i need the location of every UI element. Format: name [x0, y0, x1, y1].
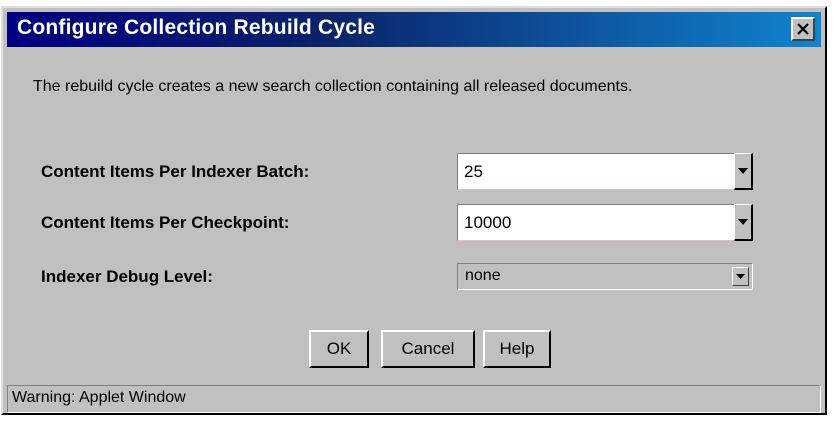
chevron-down-icon	[736, 274, 745, 279]
indexer-batch-label: Content Items Per Indexer Batch:	[41, 162, 310, 181]
debug-level-label: Indexer Debug Level:	[41, 267, 213, 286]
help-button[interactable]: Help	[483, 330, 551, 368]
dialog-description: The rebuild cycle creates a new search c…	[33, 78, 633, 95]
checkpoint-label: Content Items Per Checkpoint:	[41, 213, 290, 232]
checkpoint-combo	[457, 204, 753, 241]
close-button[interactable]	[791, 17, 815, 41]
ok-button[interactable]: OK	[309, 330, 369, 368]
status-bar: Warning: Applet Window	[7, 385, 821, 413]
status-warning: Warning: Applet Window	[12, 389, 186, 406]
chevron-down-icon	[738, 219, 748, 225]
title-bar[interactable]: Configure Collection Rebuild Cycle	[7, 12, 821, 47]
debug-level-dropdown-button[interactable]	[732, 267, 749, 286]
debug-level-value: none	[465, 267, 501, 284]
cancel-button[interactable]: Cancel	[381, 330, 475, 368]
debug-level-select[interactable]: none	[457, 263, 753, 290]
indexer-batch-dropdown-button[interactable]	[734, 153, 753, 190]
configure-dialog: Configure Collection Rebuild Cycle The r…	[1, 6, 827, 415]
indexer-batch-combo	[457, 153, 753, 190]
checkpoint-dropdown-button[interactable]	[734, 204, 753, 241]
indexer-batch-input[interactable]	[457, 153, 743, 190]
window-title: Configure Collection Rebuild Cycle	[17, 16, 375, 39]
checkpoint-input[interactable]	[457, 204, 743, 241]
close-icon	[797, 23, 809, 35]
chevron-down-icon	[738, 168, 748, 174]
